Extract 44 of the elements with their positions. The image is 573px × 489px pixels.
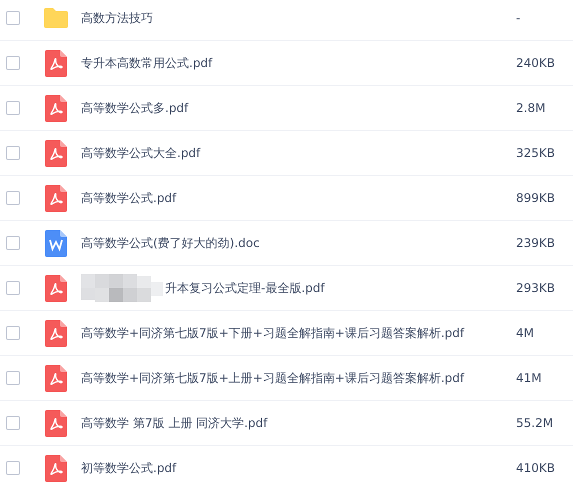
checkbox[interactable] — [6, 101, 20, 115]
folder-icon — [43, 7, 69, 29]
pdf-file-icon — [45, 320, 67, 346]
checkbox[interactable] — [6, 56, 20, 70]
checkbox[interactable] — [6, 236, 20, 250]
file-name[interactable]: 高等数学+同济第七版7版+上册+习题全解指南+课后习题答案解析.pdf — [81, 370, 464, 386]
checkbox[interactable] — [6, 326, 20, 340]
file-size: 240KB — [516, 56, 556, 70]
file-size: 2.8M — [516, 101, 546, 115]
file-name[interactable]: 初等数学公式.pdf — [81, 460, 176, 476]
file-size: 325KB — [516, 146, 556, 160]
pdf-file-icon — [45, 454, 67, 482]
pdf-file-icon — [45, 364, 67, 392]
pdf-file-icon — [45, 94, 67, 122]
file-size: - — [516, 11, 522, 25]
file-name[interactable]: 升本复习公式定理-最全版.pdf — [165, 280, 325, 296]
file-name[interactable]: 高等数学+同济第七版7版+下册+习题全解指南+课后习题答案解析.pdf — [81, 324, 464, 342]
checkbox[interactable] — [6, 371, 20, 385]
file-name[interactable]: 高等数学 第7版 上册 同济大学.pdf — [81, 414, 268, 432]
pdf-file-icon — [45, 184, 67, 212]
file-name[interactable]: 高等数学公式.pdf — [81, 190, 176, 206]
checkbox[interactable] — [6, 11, 20, 25]
file-size: 55.2M — [516, 416, 554, 430]
file-name[interactable]: 高数方法技巧 — [81, 10, 153, 26]
checkbox[interactable] — [6, 281, 20, 295]
checkbox[interactable] — [6, 461, 20, 475]
file-name[interactable]: 专升本高数常用公式.pdf — [81, 54, 212, 72]
file-size: 899KB — [516, 191, 556, 205]
checkbox[interactable] — [6, 146, 20, 160]
file-size: 410KB — [516, 461, 556, 475]
file-size: 239KB — [516, 236, 556, 250]
checkbox[interactable] — [6, 191, 20, 205]
file-size: 41M — [516, 371, 543, 385]
pdf-file-icon — [45, 274, 67, 302]
file-size: 4M — [516, 326, 535, 340]
pdf-file-icon — [45, 50, 67, 76]
pdf-file-icon — [45, 140, 67, 166]
file-name[interactable]: 高等数学公式(费了好大的劲).doc — [81, 234, 260, 252]
file-size: 293KB — [516, 281, 556, 295]
checkbox[interactable] — [6, 416, 20, 430]
word-file-icon — [45, 230, 67, 256]
file-name[interactable]: 高等数学公式大全.pdf — [81, 144, 200, 162]
pdf-file-icon — [45, 410, 67, 436]
file-name[interactable]: 高等数学公式多.pdf — [81, 100, 188, 116]
